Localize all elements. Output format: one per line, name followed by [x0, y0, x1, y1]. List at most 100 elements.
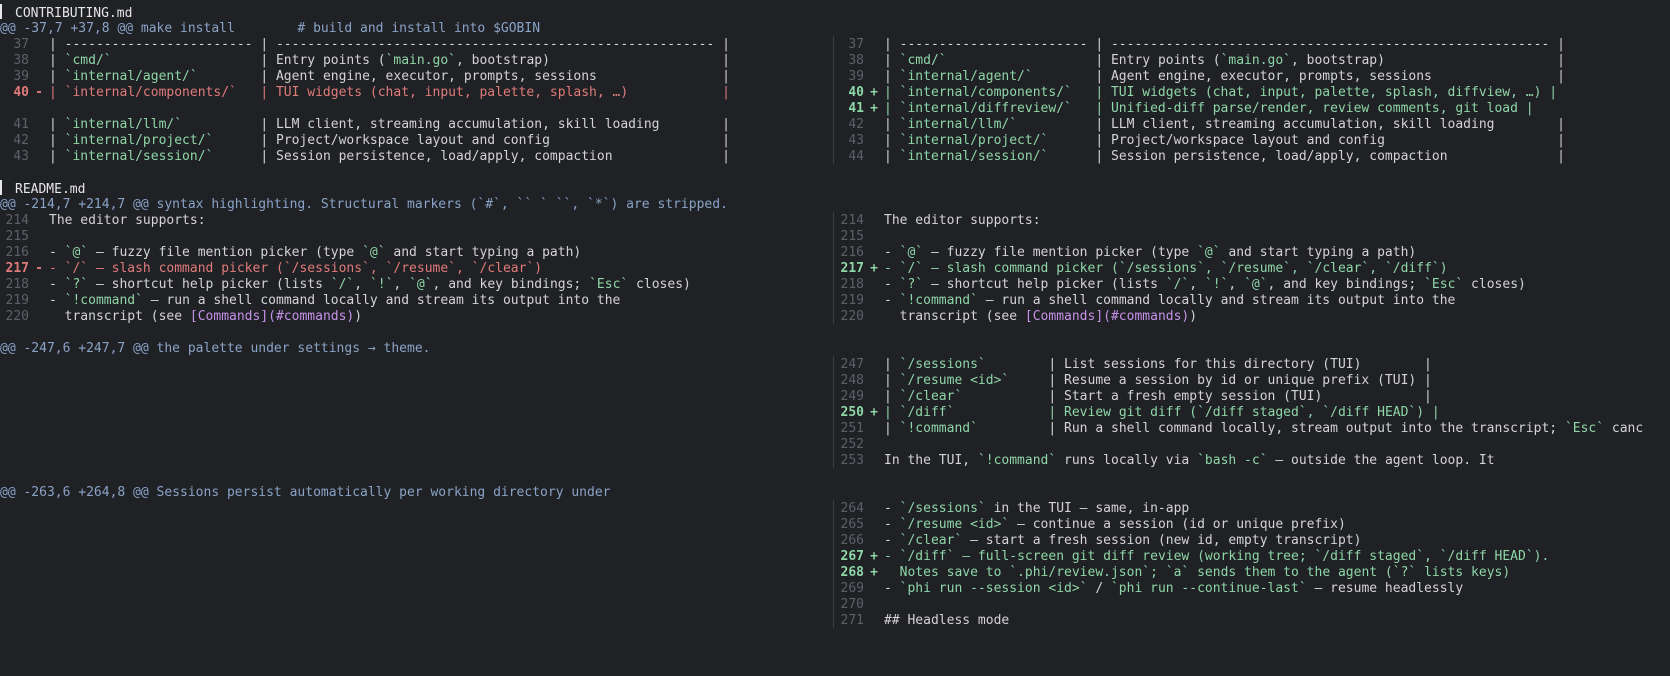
change-marker: +: [870, 261, 878, 276]
line-content: Notes save to `.phi/review.json`; `a` se…: [884, 565, 1511, 580]
text-run: |: [49, 69, 65, 84]
pane-divider: [833, 356, 834, 468]
text-run: and start typing a path): [1220, 245, 1417, 260]
line-number: 220: [840, 309, 864, 324]
line-number: 38: [848, 53, 864, 68]
diff-line: 40- | `internal/components/` | TUI widget…: [0, 84, 830, 101]
line-number: 214: [5, 213, 29, 228]
diff-line: 217- - `/` — slash command picker (`/sess…: [0, 260, 830, 277]
line-number: 37: [848, 37, 864, 52]
line-content: transcript (see [Commands](#commands)): [884, 309, 1197, 324]
inline-code: `/sessions`: [899, 357, 986, 372]
inline-code: `/diff`: [1384, 261, 1440, 276]
file-header[interactable]: README.md: [0, 180, 1670, 197]
line-number: 268: [840, 565, 864, 580]
line-number: 43: [13, 149, 29, 164]
inline-code: `/diff HEAD`: [1439, 549, 1534, 564]
diff-line: 38 | `cmd/` | Entry points (`main.go`, bo…: [0, 52, 830, 69]
text-run: ,: [1369, 261, 1385, 276]
text-run: -: [884, 245, 900, 260]
inline-code: `/clear`: [471, 261, 535, 276]
text-run: |: [49, 85, 65, 100]
text-run: runs locally via: [1056, 453, 1198, 468]
diff-line: 271 ## Headless mode: [835, 612, 1670, 629]
text-run: — fuzzy file mention picker (type: [88, 245, 363, 260]
text-run: ).: [1533, 549, 1550, 564]
text-run: -: [884, 293, 900, 308]
inline-code: `internal/components/`: [899, 85, 1072, 100]
diff-line: 220 transcript (see [Commands](#commands…: [0, 308, 830, 325]
hunk-header[interactable]: @@ -247,6 +247,7 @@ the palette under se…: [0, 340, 1670, 357]
line-content: | `internal/project/` | Project/workspac…: [49, 133, 730, 148]
inline-code: `/sessions`: [1118, 261, 1205, 276]
line-number: 216: [840, 245, 864, 260]
text-run: canc: [1604, 421, 1644, 436]
change-marker: -: [35, 261, 43, 276]
diff-line: 216 - `@` — fuzzy file mention picker (ty…: [0, 244, 830, 261]
file-name: CONTRIBUTING.md: [15, 6, 133, 21]
text-run: , bootstrap) |: [456, 53, 730, 68]
inline-code: `internal/project/`: [64, 133, 214, 148]
file-header[interactable]: CONTRIBUTING.md: [0, 4, 1670, 21]
text-run: |: [49, 117, 65, 132]
diff-line: 41 + | `internal/diffreview/` | Unified-di…: [835, 100, 1670, 117]
inline-code: `/resume`: [1220, 261, 1292, 276]
inline-code: `?`: [64, 277, 89, 292]
text-run: | Agent engine, executor, prompts, sessi…: [197, 69, 730, 84]
line-content: | `internal/project/` | Project/workspac…: [884, 133, 1565, 148]
line-number: 42: [13, 133, 29, 148]
inline-code: `internal/llm/`: [64, 117, 183, 132]
line-number: 266: [840, 533, 864, 548]
line-number: 38: [13, 53, 29, 68]
text-run: | Entry points (: [111, 53, 386, 68]
text-run: -: [884, 533, 900, 548]
diff-line: 219 - `!command` — run a shell command lo…: [835, 292, 1670, 309]
text-run: ): [1439, 261, 1448, 276]
text-run: | Session persistence, load/apply, compa…: [213, 149, 730, 164]
line-content: - `/diff` — full-screen git diff review …: [884, 549, 1549, 564]
inline-code: `.phi/review.json`: [1009, 565, 1151, 580]
inline-code: `phi run --session <id>`: [899, 581, 1088, 596]
inline-code: `!command`: [899, 421, 978, 436]
text-run: | Project/workspace layout and config |: [213, 133, 730, 148]
inline-code: `internal/agent/`: [899, 69, 1033, 84]
diff-line: 43 | `internal/project/` | Project/worksp…: [835, 132, 1670, 149]
text-run: — resume headlessly: [1306, 581, 1464, 596]
line-content: The editor supports:: [884, 213, 1041, 228]
line-number: 217: [840, 261, 864, 276]
diff-line: 215: [0, 228, 830, 245]
text-run: ;: [1150, 565, 1166, 580]
text-run: — slash command picker (: [88, 261, 284, 276]
text-run: ,: [354, 277, 370, 292]
line-number: 217: [5, 261, 29, 276]
diff-line: 214 The editor supports:: [835, 212, 1670, 229]
line-content: | `internal/session/` | Session persiste…: [884, 149, 1565, 164]
line-number: 216: [5, 245, 29, 260]
hunk-header[interactable]: @@ -214,7 +214,7 @@ syntax highlighting.…: [0, 196, 1670, 213]
diff-line: 37 | ------------------------ | ---------…: [0, 36, 830, 53]
diff-line: 218 - `?` — shortcut help picker (lists `…: [835, 276, 1670, 293]
diff-line: 214 The editor supports:: [0, 212, 830, 229]
diff-line: 265 - `/resume <id>` — continue a session…: [835, 516, 1670, 533]
text-run: — shortcut help picker (lists: [88, 277, 331, 292]
inline-code: `a`: [1165, 565, 1190, 580]
line-content: | `internal/agent/` | Agent engine, exec…: [884, 69, 1565, 84]
line-content: - `/sessions` in the TUI — same, in-app: [884, 501, 1189, 516]
inline-code: `internal/agent/`: [64, 69, 198, 84]
text-run: ,: [456, 261, 472, 276]
inline-code: `!command`: [64, 293, 143, 308]
text-run: |: [884, 149, 900, 164]
line-content: | `cmd/` | Entry points (`main.go`, boot…: [884, 53, 1565, 68]
diff-line: 216 - `@` — fuzzy file mention picker (ty…: [835, 244, 1670, 261]
text-run: |: [884, 357, 900, 372]
line-content: | `/resume <id>` | Resume a session by i…: [884, 373, 1432, 388]
hunk-header[interactable]: @@ -37,7 +37,8 @@ make install # build a…: [0, 20, 1670, 37]
inline-code: `@`: [1244, 277, 1268, 292]
hunk-header[interactable]: @@ -263,6 +264,8 @@ Sessions persist aut…: [0, 484, 1670, 501]
inline-code: `internal/project/`: [899, 133, 1049, 148]
text-run: | ------------------------ | -----------…: [49, 37, 730, 52]
inline-code: `!command`: [977, 453, 1057, 468]
text-run: | TUI widgets (chat, input, palette, spl…: [236, 85, 730, 100]
pane-divider: [833, 36, 834, 164]
text-run: |: [884, 53, 900, 68]
